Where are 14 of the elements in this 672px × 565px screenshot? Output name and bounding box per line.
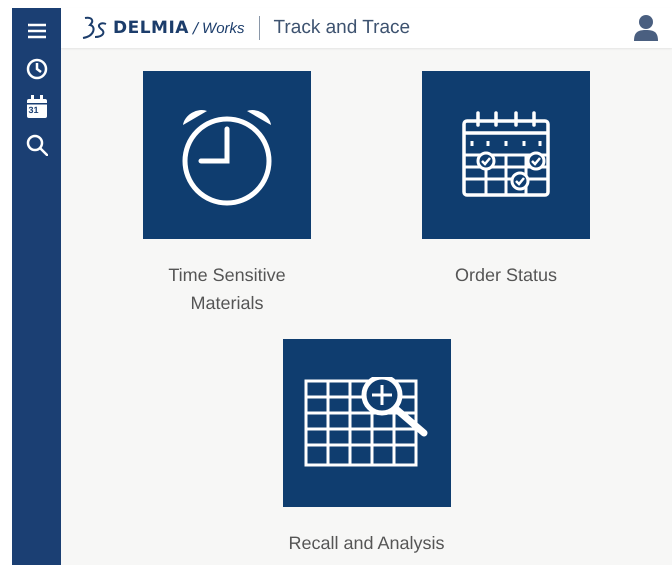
calendar-day: 31 [28, 105, 39, 115]
app-tile[interactable] [143, 71, 311, 239]
app-tile[interactable] [422, 71, 590, 239]
app-tile[interactable] [282, 339, 450, 507]
logo-icon [81, 16, 109, 40]
product-name: Works [202, 20, 245, 36]
brand-name: DELMIA [113, 18, 189, 38]
calendar-checks-icon [460, 111, 552, 199]
tile-label: Recall and Analysis [287, 532, 446, 555]
tile-label: Time Sensitive Materials [167, 264, 287, 315]
page-title: Track and Trace [274, 17, 410, 39]
user-icon[interactable] [634, 15, 658, 41]
tile-label: Order Status [454, 264, 558, 287]
brand-separator: / [192, 19, 198, 37]
